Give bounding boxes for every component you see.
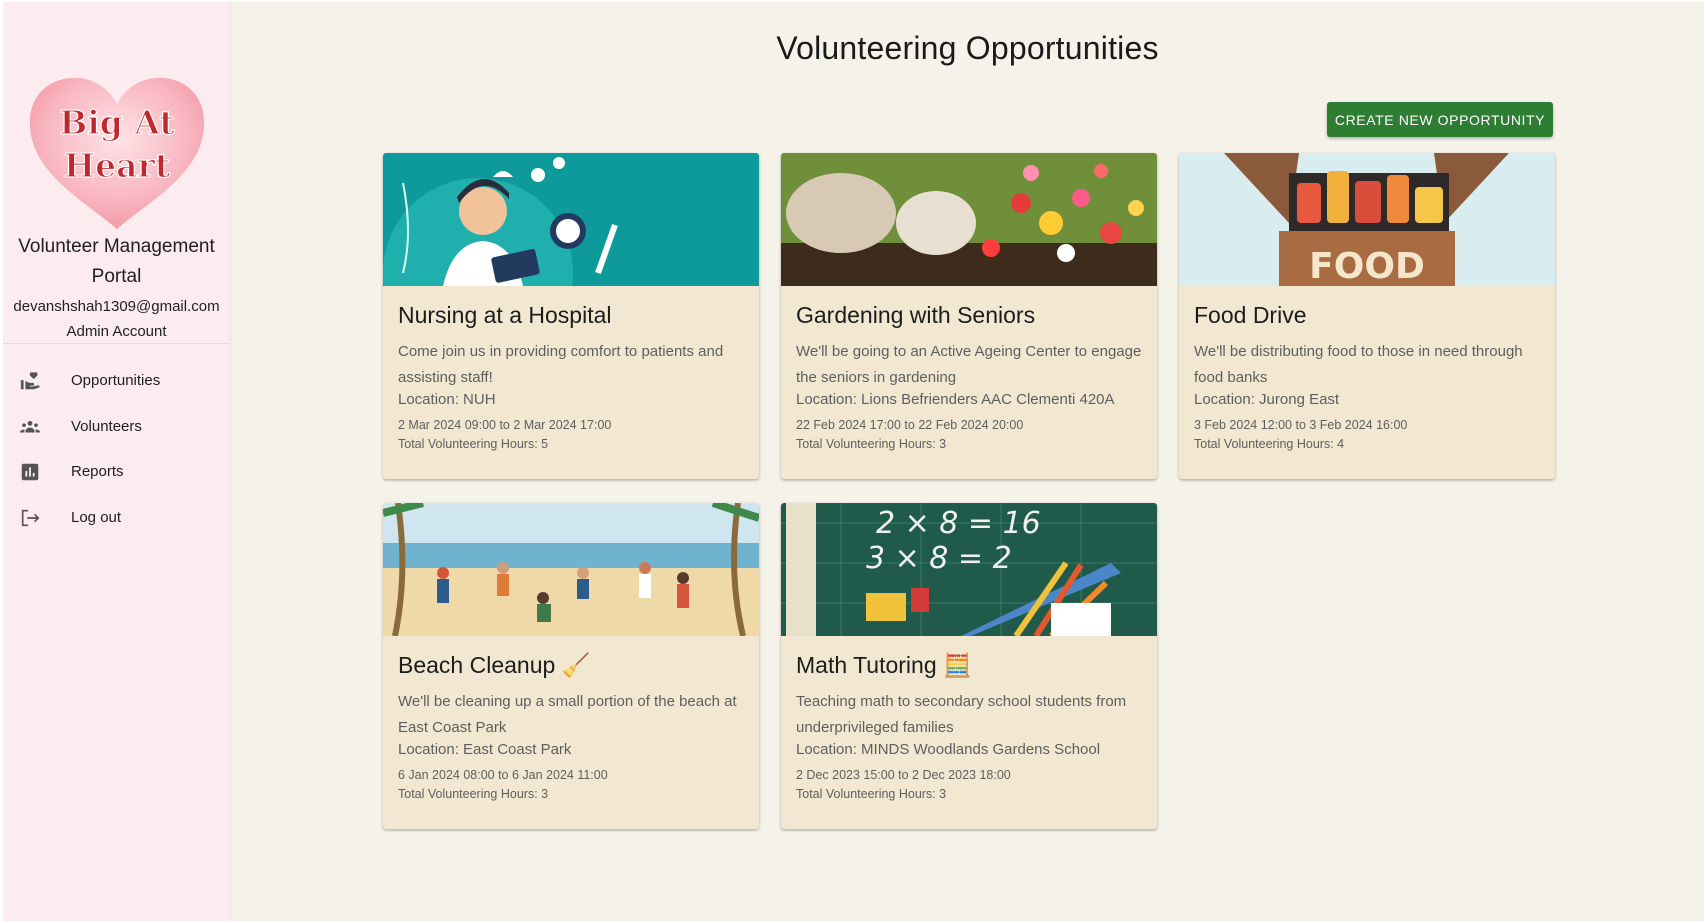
gardening-flowers-photo <box>781 153 1157 286</box>
group-people-icon <box>19 416 41 438</box>
nurse-illustration <box>383 153 759 286</box>
card-total-hours: Total Volunteering Hours: 3 <box>796 787 947 801</box>
page-title: Volunteering Opportunities <box>776 30 1159 66</box>
user-email: devanshshah1309@gmail.com <box>13 298 220 315</box>
portal-title-line1: Volunteer Management <box>18 236 215 257</box>
opportunity-card[interactable]: Beach Cleanup 🧹 We'll be cleaning up a s… <box>383 503 759 829</box>
card-title: Food Drive <box>1194 302 1307 328</box>
beach-cleanup-illustration <box>383 503 759 636</box>
card-description: We'll be distributing food to those in n… <box>1194 343 1523 386</box>
opportunity-card[interactable]: Gardening with Seniors We'll be going to… <box>781 153 1157 479</box>
food-box-illustration: FOOD <box>1179 153 1555 286</box>
card-title: Math Tutoring 🧮 <box>796 652 972 678</box>
card-title: Nursing at a Hospital <box>398 302 612 328</box>
card-location: Location: NUH <box>398 391 496 408</box>
opportunity-card[interactable]: Nursing at a Hospital Come join us in pr… <box>383 153 759 479</box>
math-chalkboard-photo: 2 × 8 = 16 3 × 8 = 2 <box>781 503 1157 636</box>
sidebar-nav: Opportunities Volunteers Reports Log out <box>3 358 230 540</box>
card-location: Location: East Coast Park <box>398 741 572 758</box>
card-time-range: 22 Feb 2024 17:00 to 22 Feb 2024 20:00 <box>796 418 1024 432</box>
sidebar-item-label: Log out <box>71 508 122 526</box>
card-total-hours: Total Volunteering Hours: 3 <box>796 437 947 451</box>
logout-icon <box>19 507 41 529</box>
account-role: Admin Account <box>66 323 167 340</box>
sidebar-item-label: Volunteers <box>71 417 142 435</box>
sidebar-item-label: Opportunities <box>71 372 161 390</box>
card-location: Location: Lions Befrienders AAC Clementi… <box>796 391 1115 408</box>
sidebar-item-opportunities[interactable]: Opportunities <box>3 358 230 404</box>
card-total-hours: Total Volunteering Hours: 3 <box>398 787 549 801</box>
sidebar: Big At Heart Volunteer Management Portal… <box>3 2 231 921</box>
card-location: Location: MINDS Woodlands Gardens School <box>796 741 1101 758</box>
portal-title: Volunteer Management Portal <box>3 232 230 292</box>
chalkboard-equation-1: 2 × 8 = 16 <box>876 506 1041 541</box>
card-total-hours: Total Volunteering Hours: 4 <box>1194 437 1345 451</box>
sidebar-item-volunteers[interactable]: Volunteers <box>3 404 230 450</box>
chalkboard-equation-2: 3 × 8 = 2 <box>866 541 1012 576</box>
card-time-range: 2 Mar 2024 09:00 to 2 Mar 2024 17:00 <box>398 418 612 432</box>
portal-title-line2: Portal <box>91 266 142 287</box>
card-description: We'll be going to an Active Ageing Cente… <box>796 343 1142 386</box>
card-description: We'll be cleaning up a small portion of … <box>398 693 737 736</box>
card-time-range: 2 Dec 2023 15:00 to 2 Dec 2023 18:00 <box>796 768 1011 782</box>
big-at-heart-logo[interactable]: Big At Heart <box>26 74 208 234</box>
food-box-label: FOOD <box>1309 246 1425 286</box>
card-title: Beach Cleanup 🧹 <box>398 652 591 678</box>
card-description: Teaching math to secondary school studen… <box>796 693 1127 736</box>
card-total-hours: Total Volunteering Hours: 5 <box>398 437 549 451</box>
bar-chart-icon <box>19 461 41 483</box>
volunteer-hand-heart-icon <box>19 370 41 392</box>
logo-text-line1: Big At <box>59 103 175 142</box>
opportunity-card[interactable]: 2 × 8 = 16 3 × 8 = 2 Math Tutoring 🧮 Tea… <box>781 503 1157 829</box>
main-content: Volunteering Opportunities CREATE NEW OP… <box>231 2 1704 921</box>
opportunity-card[interactable]: FOOD Food Drive We'll be distributing fo… <box>1179 153 1555 479</box>
card-location: Location: Jurong East <box>1194 391 1340 408</box>
card-time-range: 6 Jan 2024 08:00 to 6 Jan 2024 11:00 <box>398 768 608 782</box>
logo-text-line2: Heart <box>64 146 171 185</box>
sidebar-item-label: Reports <box>71 463 124 481</box>
app-root: Big At Heart Volunteer Management Portal… <box>0 0 1707 923</box>
sidebar-item-logout[interactable]: Log out <box>3 495 230 541</box>
create-opportunity-button[interactable]: CREATE NEW OPPORTUNITY <box>1327 102 1553 137</box>
card-time-range: 3 Feb 2024 12:00 to 3 Feb 2024 16:00 <box>1194 418 1408 432</box>
card-title: Gardening with Seniors <box>796 302 1036 328</box>
sidebar-divider <box>3 343 230 344</box>
card-description: Come join us in providing comfort to pat… <box>398 343 724 386</box>
sidebar-item-reports[interactable]: Reports <box>3 449 230 495</box>
